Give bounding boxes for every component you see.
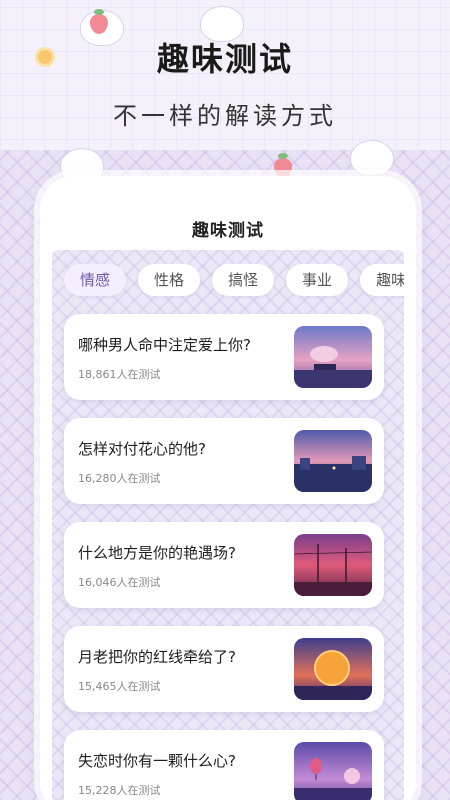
test-count: 16,280人在测试 bbox=[78, 472, 161, 485]
test-card[interactable]: 失恋时你有一颗什么心? 15,228人在测试 bbox=[64, 730, 384, 800]
test-thumbnail bbox=[294, 534, 372, 596]
tab-emotion[interactable]: 情感 bbox=[64, 264, 127, 296]
phone-frame: 趣味测试 情感 性格 搞怪 事业 趣味 哪种男人命中注定爱上你? 18,861人… bbox=[40, 176, 416, 800]
tab-career[interactable]: 事业 bbox=[286, 264, 349, 296]
page-headline: 趣味测试 bbox=[156, 40, 293, 78]
test-title: 月老把你的红线牵给了? bbox=[78, 648, 236, 666]
test-thumbnail bbox=[294, 430, 372, 492]
bunny-decoration-icon bbox=[350, 140, 394, 176]
test-title: 哪种男人命中注定爱上你? bbox=[78, 336, 251, 354]
test-thumbnail bbox=[294, 638, 372, 700]
test-thumbnail bbox=[294, 326, 372, 388]
test-list-area: 情感 性格 搞怪 事业 趣味 哪种男人命中注定爱上你? 18,861人在测试 怎… bbox=[52, 250, 404, 800]
test-title: 怎样对付花心的他? bbox=[78, 440, 206, 458]
test-count: 15,465人在测试 bbox=[78, 680, 161, 693]
tab-funny[interactable]: 搞怪 bbox=[212, 264, 275, 296]
test-thumbnail bbox=[294, 742, 372, 800]
page-subtitle: 不一样的解读方式 bbox=[113, 102, 337, 130]
test-card[interactable]: 怎样对付花心的他? 16,280人在测试 bbox=[64, 418, 384, 504]
test-card[interactable]: 哪种男人命中注定爱上你? 18,861人在测试 bbox=[64, 314, 384, 400]
tab-fun[interactable]: 趣味 bbox=[360, 264, 404, 296]
test-title: 失恋时你有一颗什么心? bbox=[78, 752, 236, 770]
category-tabs: 情感 性格 搞怪 事业 趣味 bbox=[64, 264, 404, 300]
tab-personality[interactable]: 性格 bbox=[138, 264, 201, 296]
test-card[interactable]: 什么地方是你的艳遇场? 16,046人在测试 bbox=[64, 522, 384, 608]
test-title: 什么地方是你的艳遇场? bbox=[78, 544, 236, 562]
test-card[interactable]: 月老把你的红线牵给了? 15,465人在测试 bbox=[64, 626, 384, 712]
screen-title: 趣味测试 bbox=[192, 221, 264, 241]
test-count: 18,861人在测试 bbox=[78, 368, 161, 381]
test-card-list: 哪种男人命中注定爱上你? 18,861人在测试 怎样对付花心的他? 16,280… bbox=[64, 314, 384, 800]
test-count: 16,046人在测试 bbox=[78, 576, 161, 589]
test-count: 15,228人在测试 bbox=[78, 784, 161, 797]
